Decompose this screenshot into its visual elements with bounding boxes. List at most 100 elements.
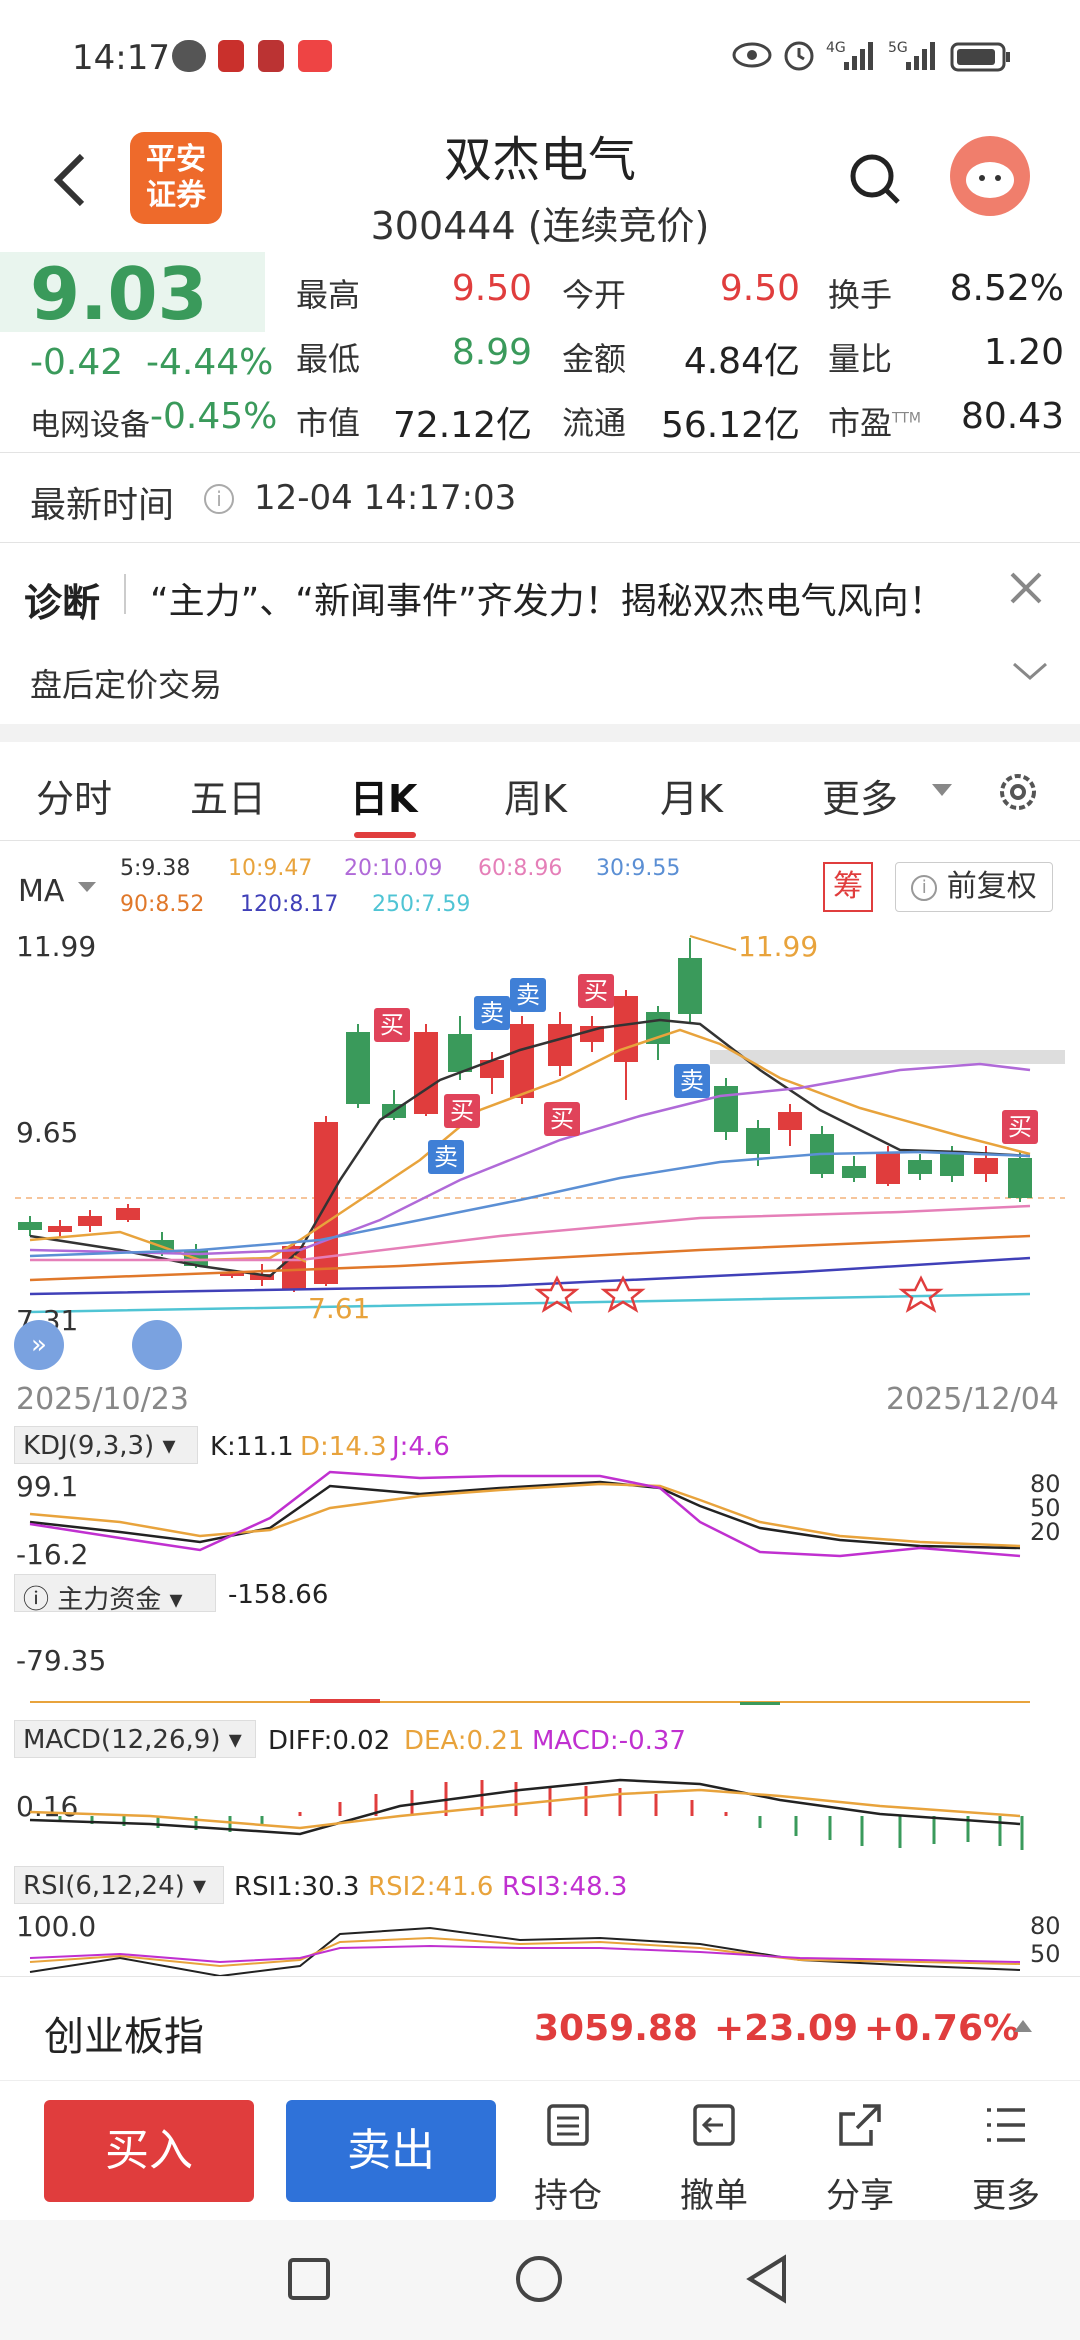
caret-up-icon[interactable]: [1012, 2018, 1034, 2034]
tab-five-day[interactable]: 五日: [190, 768, 266, 823]
sell-signal-tag[interactable]: 卖: [674, 1064, 710, 1098]
signal-icon: [906, 42, 935, 70]
chevron-down-icon[interactable]: [1010, 656, 1050, 686]
candle-body: [448, 1034, 472, 1072]
sell-signal-tag[interactable]: 卖: [510, 978, 546, 1012]
tab-more[interactable]: 更多: [822, 768, 898, 823]
macd-bar: [932, 1816, 936, 1844]
fund-flow-selector[interactable]: ⓘ 主力资金 ▾: [14, 1574, 216, 1615]
ma10-value: 10:9.47: [228, 856, 313, 881]
quote-label: 量比: [828, 340, 893, 378]
after-hours-trading[interactable]: 盘后定价交易: [30, 660, 222, 706]
price-change: -0.42: [30, 342, 124, 383]
max-price-label: 11.99: [738, 930, 819, 963]
sell-button[interactable]: 卖出: [286, 2100, 496, 2202]
sector-change: -0.45%: [150, 396, 278, 437]
expand-icon[interactable]: »: [14, 1320, 64, 1370]
diagnosis-text[interactable]: “主力”、“新闻事件”齐发力！揭秘双杰电气风向！: [150, 572, 945, 624]
status-time: 14:17: [72, 38, 170, 78]
macd-bar: [298, 1812, 302, 1816]
candle-body: [778, 1112, 802, 1130]
buy-signal-tag[interactable]: 买: [544, 1102, 580, 1136]
recent-apps-icon[interactable]: [286, 2256, 332, 2302]
macd-bar: [122, 1816, 126, 1826]
candle-body: [842, 1166, 866, 1178]
macd-bar: [480, 1780, 484, 1816]
macd-diff: DIFF:0.02: [268, 1726, 391, 1756]
tab-weekly-k[interactable]: 周K: [504, 768, 567, 823]
macd-bar: [1020, 1816, 1024, 1850]
rsi2-value: RSI2:41.6: [368, 1872, 494, 1902]
macd-bar: [758, 1816, 762, 1828]
alarm-icon: [784, 41, 814, 71]
buy-signal-tag[interactable]: 买: [444, 1094, 480, 1128]
info-icon[interactable]: i: [204, 484, 234, 514]
macd-bar: [860, 1816, 864, 1846]
close-icon[interactable]: [1006, 568, 1046, 608]
ma30-value: 30:9.55: [596, 856, 681, 881]
share-button[interactable]: 分享: [800, 2100, 920, 2217]
macd-chart: [29, 1778, 1024, 1850]
macd-bar: [898, 1816, 902, 1848]
rsi-selector[interactable]: RSI(6,12,24) ▾: [14, 1866, 224, 1904]
layout-toggle-icon[interactable]: [132, 1320, 182, 1370]
undo-icon: [693, 2104, 735, 2146]
candle-body: [78, 1216, 102, 1226]
buy-button[interactable]: 买入: [44, 2100, 254, 2202]
quote-value: 4.84亿: [683, 341, 800, 382]
document-icon: [547, 2104, 589, 2146]
cancel-order-button[interactable]: 撤单: [654, 2100, 774, 2217]
caret-down-icon[interactable]: [76, 880, 98, 894]
tab-monthly-k[interactable]: 月K: [660, 768, 723, 823]
macd-dea: DEA:0.21: [404, 1726, 525, 1756]
macd-bar: [828, 1816, 832, 1840]
position-button[interactable]: 持仓: [508, 2100, 628, 2217]
index-change: +23.09: [714, 2008, 859, 2049]
sell-signal-tag[interactable]: 卖: [474, 996, 510, 1030]
kdj-k: K:11.1: [210, 1432, 294, 1462]
date-end: 2025/12/04: [886, 1382, 1059, 1417]
ma120-line: [29, 1256, 1031, 1296]
rsi3-value: RSI3:48.3: [502, 1872, 628, 1902]
adjust-mode-label: 前复权: [946, 869, 1037, 904]
diagnosis-label: 诊断: [24, 581, 101, 625]
tab-daily-k[interactable]: 日K: [350, 768, 417, 823]
index-change-pct: +0.76%: [864, 2008, 1020, 2049]
home-icon[interactable]: [514, 2254, 564, 2304]
rsi-chart: [29, 1926, 1021, 1976]
ma-label[interactable]: MA: [18, 874, 64, 909]
macd-bar: [794, 1816, 798, 1836]
search-icon[interactable]: [848, 152, 904, 208]
wechat-icon: [172, 40, 206, 72]
candle-body: [714, 1086, 738, 1132]
quote-label: 最低: [296, 340, 361, 378]
quote-label: 金额: [562, 340, 627, 378]
position-label: 持仓: [534, 2176, 602, 2216]
sell-signal-tag[interactable]: 卖: [428, 1140, 464, 1174]
chip-distribution-button[interactable]: 筹: [823, 862, 873, 912]
macd-bar: [998, 1816, 1002, 1846]
max-pointer: [689, 935, 737, 951]
macd-selector[interactable]: MACD(12,26,9) ▾: [14, 1720, 256, 1758]
candle-body: [48, 1226, 72, 1232]
candle-body: [678, 958, 702, 1014]
macd-bar: [654, 1794, 658, 1816]
stock-code: 300444 (连续竞价): [370, 204, 710, 248]
quote-value: 1.20: [983, 332, 1064, 373]
kdj-j: J:4.6: [392, 1432, 450, 1462]
buy-signal-tag[interactable]: 买: [578, 974, 614, 1008]
buy-signal-tag[interactable]: 买: [374, 1008, 410, 1042]
tab-intraday[interactable]: 分时: [36, 768, 112, 823]
buy-signal-tag[interactable]: 买: [1002, 1110, 1038, 1144]
kdj-selector[interactable]: KDJ(9,3,3) ▾: [14, 1426, 198, 1464]
adjust-mode-button[interactable]: i 前复权: [895, 862, 1053, 912]
back-nav-icon[interactable]: [744, 2254, 790, 2304]
candle-body: [548, 1024, 572, 1066]
macd-bar: [584, 1786, 588, 1816]
gear-icon[interactable]: [996, 770, 1040, 814]
avatar[interactable]: [950, 136, 1030, 216]
candle-body: [510, 1024, 534, 1098]
more-button[interactable]: 更多: [946, 2100, 1066, 2217]
quote-label: 市盈TTM: [828, 404, 921, 442]
caret-down-icon[interactable]: [930, 782, 954, 798]
